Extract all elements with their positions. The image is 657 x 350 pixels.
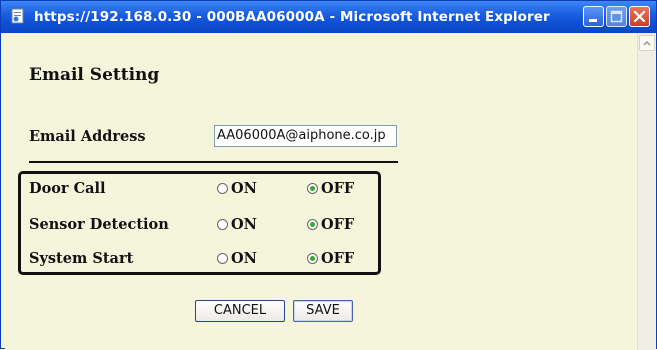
system-start-on-label: ON bbox=[231, 250, 257, 267]
email-address-input[interactable]: AA06000A@aiphone.co.jp bbox=[214, 125, 397, 147]
system-start-off-label: OFF bbox=[321, 250, 355, 267]
cancel-button[interactable]: CANCEL bbox=[195, 300, 285, 322]
system-start-on-radio[interactable] bbox=[217, 253, 228, 264]
title-bar[interactable]: https://192.168.0.30 - 000BAA06000A - Mi… bbox=[1, 1, 656, 33]
door-call-on-option[interactable]: ON bbox=[217, 180, 257, 197]
sensor-detection-on-radio[interactable] bbox=[217, 219, 228, 230]
sensor-detection-off-radio[interactable] bbox=[307, 219, 318, 230]
sensor-detection-off-label: OFF bbox=[321, 216, 355, 233]
minimize-button[interactable] bbox=[583, 6, 604, 27]
divider bbox=[29, 161, 398, 163]
door-call-on-label: ON bbox=[231, 180, 257, 197]
page-title: Email Setting bbox=[29, 65, 160, 85]
system-start-on-option[interactable]: ON bbox=[217, 250, 257, 267]
door-call-label: Door Call bbox=[29, 180, 106, 197]
system-start-label: System Start bbox=[29, 250, 134, 267]
door-call-off-option[interactable]: OFF bbox=[307, 180, 354, 197]
door-call-off-label: OFF bbox=[321, 180, 355, 197]
maximize-button[interactable] bbox=[606, 6, 627, 27]
page-content: Email Setting Email Address AA06000A@aip… bbox=[5, 33, 637, 350]
save-button[interactable]: SAVE bbox=[293, 300, 353, 322]
system-start-off-option[interactable]: OFF bbox=[307, 250, 354, 267]
minimize-icon bbox=[589, 19, 597, 22]
close-button[interactable] bbox=[629, 6, 650, 27]
door-call-off-radio[interactable] bbox=[307, 183, 318, 194]
sensor-detection-label: Sensor Detection bbox=[29, 216, 169, 233]
sensor-detection-off-option[interactable]: OFF bbox=[307, 216, 354, 233]
document-icon bbox=[11, 8, 24, 24]
sensor-detection-on-label: ON bbox=[231, 216, 257, 233]
browser-window: https://192.168.0.30 - 000BAA06000A - Mi… bbox=[0, 0, 657, 350]
system-start-off-radio[interactable] bbox=[307, 253, 318, 264]
maximize-icon bbox=[610, 10, 623, 23]
scroll-up-button[interactable] bbox=[639, 35, 655, 51]
close-icon bbox=[633, 10, 646, 23]
door-call-on-radio[interactable] bbox=[217, 183, 228, 194]
chevron-up-icon bbox=[643, 40, 651, 46]
window-title: https://192.168.0.30 - 000BAA06000A - Mi… bbox=[34, 9, 550, 25]
vertical-scrollbar[interactable] bbox=[637, 33, 656, 350]
email-address-label: Email Address bbox=[29, 128, 146, 145]
sensor-detection-on-option[interactable]: ON bbox=[217, 216, 257, 233]
